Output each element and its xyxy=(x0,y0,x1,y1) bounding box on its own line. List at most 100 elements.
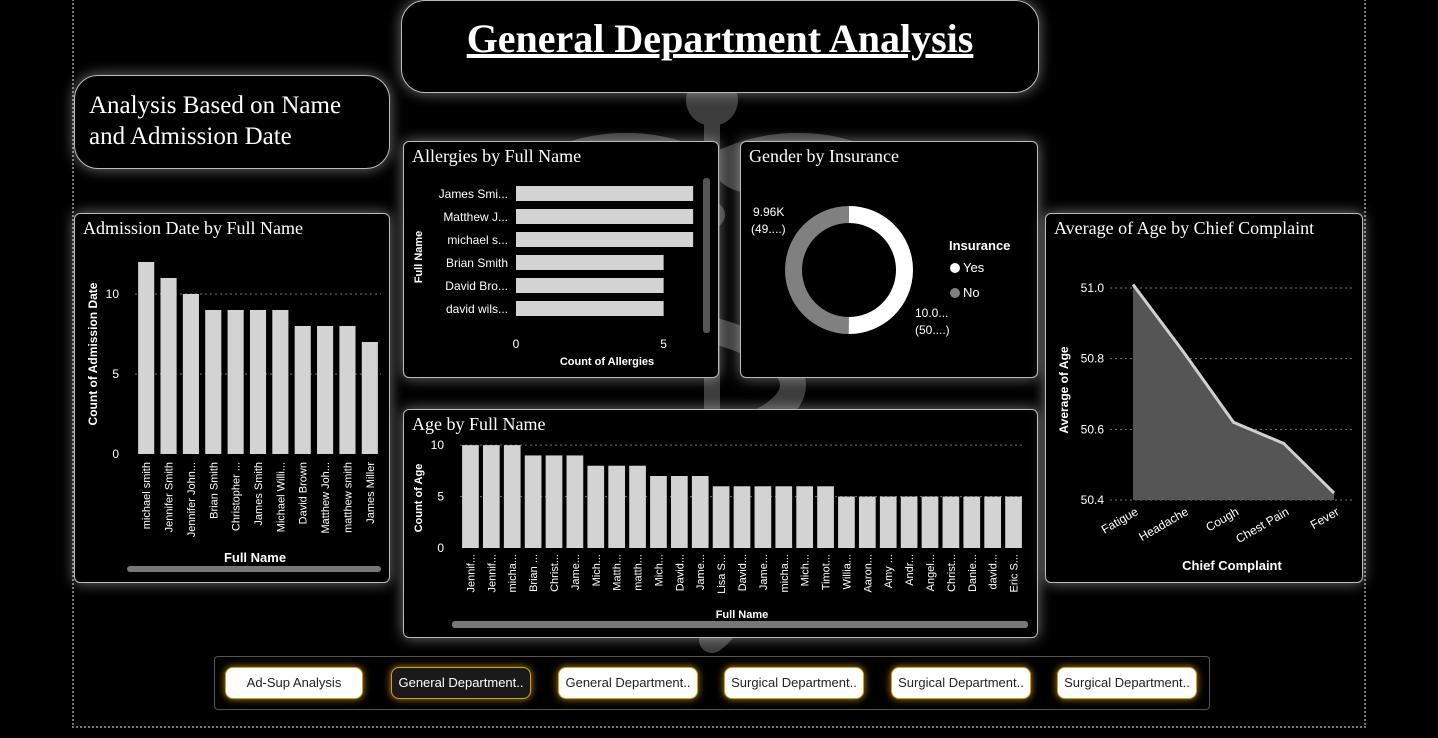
x-tick-label: Headache xyxy=(1136,504,1191,544)
y-axis-label: Count of Age xyxy=(413,464,425,533)
bar xyxy=(545,455,563,548)
x-tick-label: Andr... xyxy=(904,554,916,586)
bar xyxy=(817,486,834,548)
x-tick-label: Jennif... xyxy=(465,554,477,593)
page-subtitle: Analysis Based on Name and Admission Dat… xyxy=(89,92,342,150)
x-tick-label: michael smith xyxy=(141,462,153,529)
gender-chart-card[interactable]: Gender by Insurance 10.0... (50....) 9.96K… xyxy=(740,141,1038,378)
bar xyxy=(712,486,730,548)
nav-button-general-department-2[interactable]: General Department.. xyxy=(558,667,698,699)
x-tick-label: Fatigue xyxy=(1099,504,1141,536)
x-tick-label: Amy ... xyxy=(883,554,895,588)
bar xyxy=(984,496,1002,548)
x-axis-label: Count of Allergies xyxy=(560,356,654,368)
bar xyxy=(516,255,664,270)
nav-button-surgical-department-3[interactable]: Surgical Department.. xyxy=(1057,667,1197,699)
y-axis-label: Average of Age xyxy=(1057,346,1071,433)
x-tick-label: Mich... xyxy=(653,554,665,586)
nav-button-ad-sup-analysis[interactable]: Ad-Sup Analysis xyxy=(225,667,363,699)
bar xyxy=(516,232,694,247)
x-tick-label: Chest Pain xyxy=(1233,504,1291,545)
x-tick-label: David... xyxy=(674,554,686,591)
bar xyxy=(775,486,793,548)
area-fill xyxy=(1133,284,1334,500)
x-axis-label: Chief Complaint xyxy=(1182,558,1282,573)
age-chart[interactable]: 0 5 10 Jennif... Jennif... micha... Brian ... C… xyxy=(404,410,1037,637)
complaint-chart-card[interactable]: Average of Age by Chief Complaint 50.4 50… xyxy=(1045,213,1363,583)
data-label: (49....) xyxy=(751,222,786,236)
bar xyxy=(900,496,918,548)
x-tick-label: Willia... xyxy=(841,554,853,589)
bar xyxy=(670,476,688,548)
nav-button-general-department-1[interactable]: General Department.. xyxy=(391,667,531,699)
bar xyxy=(339,326,356,454)
bar xyxy=(921,496,939,548)
bar xyxy=(249,310,267,454)
x-tick-label: 5 xyxy=(660,337,667,351)
y-tick-label: Brian Smith xyxy=(446,256,508,270)
legend-label: No xyxy=(963,285,980,300)
x-tick-label: James Smith xyxy=(253,462,265,526)
page-title: General Department Analysis xyxy=(466,16,974,61)
x-tick-label: Michael Willi... xyxy=(275,462,287,532)
x-tick-label: Brian Smith xyxy=(208,462,220,519)
subtitle-card: Analysis Based on Name and Admission Dat… xyxy=(74,75,390,169)
x-tick-label: Fever xyxy=(1308,504,1342,531)
y-tick-label: James Smi... xyxy=(439,187,508,201)
admission-chart-card[interactable]: Admission Date by Full Name 0 5 10 michael … xyxy=(74,213,390,583)
y-tick-label: 50.6 xyxy=(1081,422,1105,436)
x-tick-label: matthew smith xyxy=(342,462,354,533)
x-axis-label: Full Name xyxy=(224,550,286,565)
bar xyxy=(516,186,694,201)
legend-marker xyxy=(950,288,960,298)
x-axis-label: Full Name xyxy=(716,609,769,621)
x-tick-label: Mich... xyxy=(591,554,603,586)
gender-chart[interactable]: 10.0... (50....) 9.96K (49....) Insurance Yes… xyxy=(741,142,1037,377)
donut-slice xyxy=(784,206,849,334)
legend-title: Insurance xyxy=(949,238,1010,253)
x-tick-label: Danie... xyxy=(967,554,979,592)
x-tick-label: Jennif... xyxy=(486,554,498,593)
allergies-chart-card[interactable]: Allergies by Full Name James Smi... Matth… xyxy=(403,141,719,378)
y-axis-label: Count of Admission Date xyxy=(86,282,100,425)
y-tick-label: 5 xyxy=(437,490,444,504)
bar xyxy=(503,445,521,548)
y-tick-label: David Bro... xyxy=(445,279,508,293)
y-tick-label: 0 xyxy=(112,447,119,461)
y-tick-label: 51.0 xyxy=(1081,281,1105,295)
x-tick-label: micha... xyxy=(779,554,791,593)
x-tick-label: Timot... xyxy=(821,554,833,590)
bar xyxy=(796,486,814,548)
x-tick-label: 0 xyxy=(513,337,520,351)
legend-label: Yes xyxy=(963,260,985,275)
x-tick-label: Jame... xyxy=(695,554,707,590)
x-tick-label: david... xyxy=(988,554,1000,589)
data-label: (50....) xyxy=(915,323,950,337)
bar xyxy=(963,496,981,548)
x-tick-label: Cough xyxy=(1203,504,1241,534)
age-chart-card[interactable]: Age by Full Name 0 5 10 Jennif... Jennif... m… xyxy=(403,409,1038,638)
nav-button-surgical-department-1[interactable]: Surgical Department.. xyxy=(724,667,864,699)
vertical-scrollbar xyxy=(703,178,710,333)
x-tick-label: Christ... xyxy=(946,554,958,592)
bar xyxy=(608,465,626,548)
bar xyxy=(629,465,646,548)
bar xyxy=(691,476,709,548)
allergies-chart[interactable]: James Smi... Matthew J... michael s... Bria… xyxy=(404,142,718,377)
nav-button-surgical-department-2[interactable]: Surgical Department.. xyxy=(891,667,1031,699)
bar xyxy=(317,326,334,454)
y-tick-label: michael s... xyxy=(447,233,508,247)
x-tick-label: Lisa S... xyxy=(716,554,728,594)
bar xyxy=(272,310,289,454)
bar xyxy=(858,496,876,548)
y-tick-label: david wils... xyxy=(446,302,508,316)
bar xyxy=(227,310,244,454)
bar xyxy=(754,486,772,548)
y-axis-label: Full Name xyxy=(413,231,425,284)
bar xyxy=(294,326,311,454)
x-tick-label: Mich... xyxy=(800,554,812,586)
complaint-chart[interactable]: 50.4 50.6 50.8 51.0 FatigueHeadache CoughChes… xyxy=(1046,214,1362,582)
data-label: 9.96K xyxy=(753,205,784,219)
admission-chart[interactable]: 0 5 10 michael smith Jennifer Smith Jennifer … xyxy=(75,214,389,582)
bar xyxy=(160,278,177,454)
